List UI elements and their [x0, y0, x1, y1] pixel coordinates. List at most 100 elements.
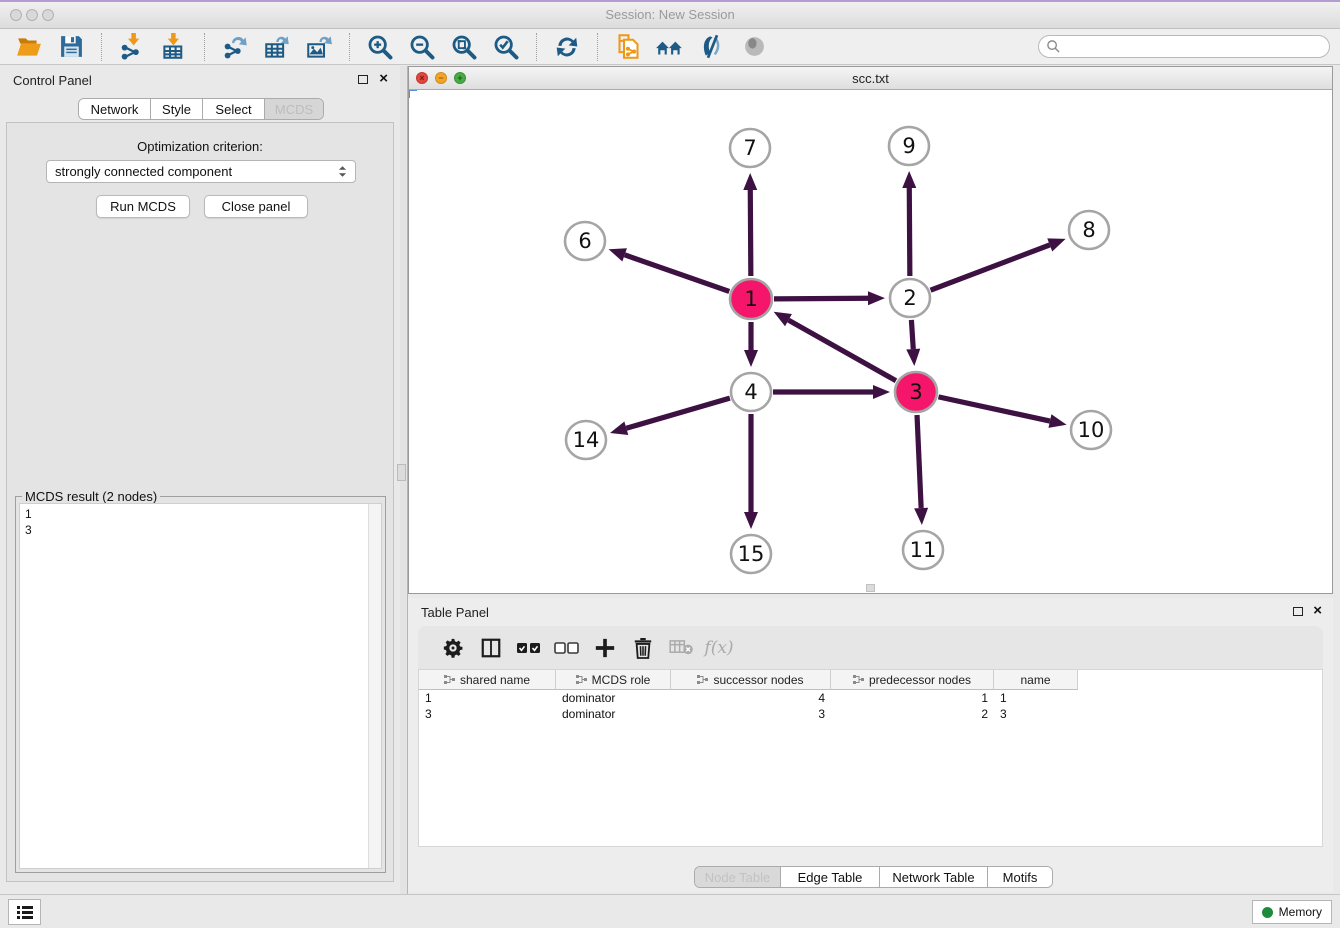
toolbar-separator — [101, 33, 102, 61]
mcds-result-list[interactable]: 13 — [19, 503, 382, 869]
tab-select[interactable]: Select — [203, 99, 265, 119]
control-panel: Control Panel × Network Style Select MCD… — [0, 66, 400, 894]
table-cell[interactable]: 4 — [671, 690, 831, 706]
table-row[interactable]: 1dominator411 — [419, 690, 1322, 706]
optimization-criterion-select[interactable]: strongly connected component — [46, 160, 356, 183]
split-columns-icon[interactable] — [472, 634, 510, 662]
edge-1-6[interactable] — [625, 255, 730, 292]
float-panel-icon[interactable] — [358, 75, 368, 84]
close-table-panel-icon[interactable]: × — [1313, 602, 1322, 619]
status-bar: Memory — [0, 894, 1340, 928]
memory-button[interactable]: Memory — [1252, 900, 1332, 924]
application-window: Session: New Session — [0, 0, 1340, 926]
edge-4-14[interactable] — [626, 398, 730, 428]
tab-network-table[interactable]: Network Table — [880, 867, 988, 887]
table-cell[interactable]: 2 — [831, 706, 994, 722]
search-input[interactable] — [1061, 36, 1329, 57]
export-table-icon[interactable] — [262, 32, 292, 62]
table-panel-title: Table Panel — [421, 605, 489, 620]
table-cell[interactable]: 3 — [671, 706, 831, 722]
edge-3-1[interactable] — [788, 320, 896, 381]
close-panel-icon[interactable]: × — [379, 70, 388, 87]
column-header-name[interactable]: name — [994, 670, 1078, 690]
zoom-in-icon[interactable] — [365, 32, 395, 62]
control-panel-header: Control Panel × — [0, 66, 400, 94]
node-label-4: 4 — [744, 380, 757, 404]
edge-2-3[interactable] — [911, 320, 913, 349]
import-network-icon[interactable] — [117, 32, 147, 62]
zoom-out-icon[interactable] — [407, 32, 437, 62]
edge-3-11[interactable] — [917, 415, 921, 508]
toolbar-separator — [204, 33, 205, 61]
column-header-MCDS-role[interactable]: MCDS role — [556, 670, 671, 690]
sort-hierarchy-icon — [853, 675, 865, 685]
table-cell[interactable]: dominator — [556, 706, 671, 722]
home-icon[interactable] — [655, 32, 685, 62]
optimization-criterion-label: Optimization criterion: — [7, 139, 393, 154]
select-all-icon[interactable] — [510, 634, 548, 662]
node-label-11: 11 — [910, 538, 937, 562]
gear-icon[interactable] — [434, 634, 472, 662]
main-toolbar — [0, 29, 1340, 65]
export-network-icon[interactable] — [220, 32, 250, 62]
table-cell[interactable]: 3 — [419, 706, 556, 722]
arrowhead-icon — [868, 291, 885, 305]
tab-style[interactable]: Style — [151, 99, 203, 119]
open-folder-icon[interactable] — [14, 32, 44, 62]
table-cell[interactable]: dominator — [556, 690, 671, 706]
control-panel-title: Control Panel — [13, 73, 92, 88]
add-icon[interactable] — [586, 634, 624, 662]
result-scrollbar[interactable] — [368, 504, 381, 868]
import-table-icon[interactable] — [159, 32, 189, 62]
float-table-panel-icon[interactable] — [1293, 607, 1303, 616]
table-panel-tabs: Node Table Edge Table Network Table Moti… — [694, 866, 1053, 888]
tab-network[interactable]: Network — [79, 99, 151, 119]
table-cell[interactable]: 3 — [994, 706, 1078, 722]
column-header-successor-nodes[interactable]: successor nodes — [671, 670, 831, 690]
network-canvas[interactable]: 7968124314101511 — [409, 90, 1332, 593]
edge-2-9[interactable] — [909, 188, 910, 276]
edge-2-8[interactable] — [931, 245, 1050, 290]
delete-icon[interactable] — [624, 634, 662, 662]
edge-1-2[interactable] — [774, 298, 868, 299]
chevron-up-down-icon — [338, 165, 347, 178]
save-icon[interactable] — [56, 32, 86, 62]
sort-hierarchy-icon — [697, 675, 709, 685]
table-cell[interactable]: 1 — [994, 690, 1078, 706]
node-label-15: 15 — [738, 542, 765, 566]
tab-mcds[interactable]: MCDS — [265, 99, 323, 119]
hide-style-icon[interactable] — [697, 32, 727, 62]
arrowhead-icon — [914, 508, 928, 525]
arrowhead-icon — [902, 171, 916, 188]
tab-node-table[interactable]: Node Table — [695, 867, 781, 887]
table-cell[interactable]: 1 — [831, 690, 994, 706]
column-header-predecessor-nodes[interactable]: predecessor nodes — [831, 670, 994, 690]
column-header-shared-name[interactable]: shared name — [419, 670, 556, 690]
arrowhead-icon — [1047, 238, 1065, 251]
zoom-fit-icon[interactable] — [449, 32, 479, 62]
search-field[interactable] — [1038, 35, 1330, 58]
tab-edge-table[interactable]: Edge Table — [781, 867, 880, 887]
splitter-grip[interactable] — [397, 464, 406, 481]
tab-motifs[interactable]: Motifs — [988, 867, 1052, 887]
edge-3-10[interactable] — [938, 397, 1049, 421]
close-panel-button[interactable]: Close panel — [204, 195, 308, 218]
edge-1-7[interactable] — [750, 190, 751, 276]
panel-splitter[interactable] — [400, 66, 408, 894]
node-label-3: 3 — [909, 380, 922, 404]
canvas-resize-grip[interactable] — [866, 584, 875, 592]
table-cell[interactable]: 1 — [419, 690, 556, 706]
network-window-title: scc.txt — [409, 71, 1332, 86]
network-graph[interactable]: 7968124314101511 — [409, 90, 1332, 593]
export-image-icon[interactable] — [304, 32, 334, 62]
refresh-icon[interactable] — [552, 32, 582, 62]
zoom-selected-icon[interactable] — [491, 32, 521, 62]
node-table[interactable]: shared nameMCDS rolesuccessor nodesprede… — [418, 669, 1323, 847]
deselect-all-icon[interactable] — [548, 634, 586, 662]
table-row[interactable]: 3dominator323 — [419, 706, 1322, 722]
task-history-button[interactable] — [8, 899, 41, 925]
optimization-criterion-value: strongly connected component — [55, 164, 232, 179]
table-header-row: shared nameMCDS rolesuccessor nodesprede… — [419, 670, 1322, 690]
run-mcds-button[interactable]: Run MCDS — [96, 195, 190, 218]
copy-network-icon[interactable] — [613, 32, 643, 62]
